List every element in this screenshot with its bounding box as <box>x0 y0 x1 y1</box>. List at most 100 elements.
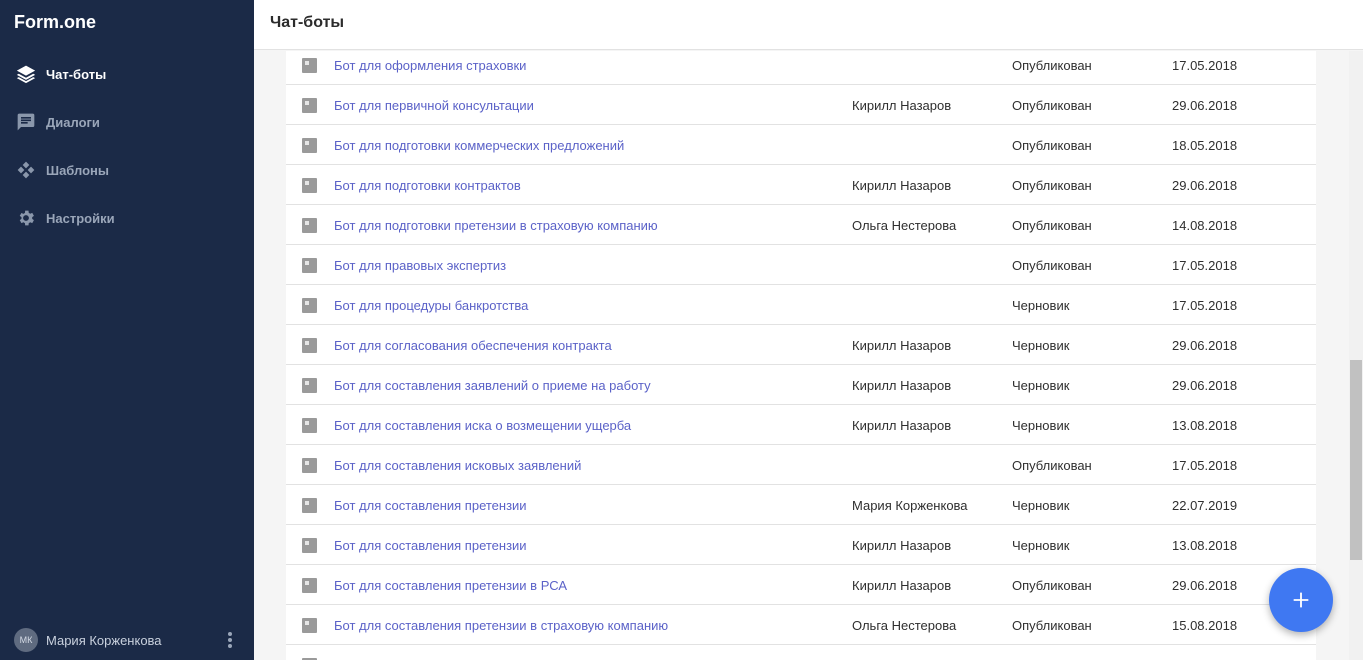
table-row[interactable]: Бот для составления заявлений о приеме н… <box>286 365 1316 405</box>
bot-title-link[interactable]: Бот для составления претензии <box>334 498 527 513</box>
table-row[interactable]: Бот для составления исковых заявлений Оп… <box>286 445 1316 485</box>
bot-date: 22.07.2019 <box>1172 498 1238 513</box>
table-row[interactable]: Бот для правовых экспертиз Опубликован 1… <box>286 245 1316 285</box>
chat-icon <box>16 112 36 132</box>
bot-status: Черновик <box>1012 538 1070 553</box>
table-row[interactable]: Бот для процедуры банкротства Черновик 1… <box>286 285 1316 325</box>
table-row[interactable]: Бот для подготовки претензии в страховую… <box>286 205 1316 245</box>
bot-title-link[interactable]: Бот для правовых экспертиз <box>334 258 506 273</box>
table-row[interactable]: Бот для согласования обеспечения контрак… <box>286 325 1316 365</box>
document-icon <box>302 298 317 313</box>
bot-status: Черновик <box>1012 378 1070 393</box>
bot-title-link[interactable]: Бот для составления претензии в РСА <box>334 578 567 593</box>
bot-status: Опубликован <box>1012 578 1092 593</box>
table-row[interactable]: Бот для составления претензии Кирилл Наз… <box>286 525 1316 565</box>
bot-date: 13.08.2018 <box>1172 538 1238 553</box>
document-icon <box>302 178 317 193</box>
dot <box>228 638 232 642</box>
bot-title-link[interactable]: Бот для подготовки контрактов <box>334 178 521 193</box>
bot-author: Кирилл Назаров <box>852 178 952 193</box>
table-row[interactable]: Бот для составления претензии в страхову… <box>286 605 1316 645</box>
bot-author: Кирилл Назаров <box>852 338 952 353</box>
bot-status: Опубликован <box>1012 178 1092 193</box>
table-row[interactable] <box>286 645 1316 660</box>
bot-date: 18.05.2018 <box>1172 138 1238 153</box>
plus-icon <box>1293 592 1309 608</box>
bot-status: Опубликован <box>1012 138 1092 153</box>
table-row[interactable]: Бот для составления претензии в РСА Кири… <box>286 565 1316 605</box>
vertical-scrollbar[interactable] <box>1349 51 1363 660</box>
bot-status: Опубликован <box>1012 458 1092 473</box>
bot-status: Опубликован <box>1012 58 1092 73</box>
bot-title-link[interactable]: Бот для первичной консультации <box>334 98 534 113</box>
page-header: Чат-боты <box>254 0 1363 50</box>
avatar[interactable]: МК <box>14 628 38 652</box>
document-icon <box>302 218 317 233</box>
document-icon <box>302 538 317 553</box>
document-icon <box>302 618 317 633</box>
bots-table: Бот для оформления страховки Опубликован… <box>286 51 1316 660</box>
sidebar: Form.one Чат-боты Диалоги Шаблоны Настро… <box>0 0 254 660</box>
layers-icon <box>16 64 36 84</box>
brand-logo[interactable]: Form.one <box>14 12 96 33</box>
bot-status: Черновик <box>1012 498 1070 513</box>
bot-date: 29.06.2018 <box>1172 338 1238 353</box>
table-row[interactable]: Бот для оформления страховки Опубликован… <box>286 51 1316 85</box>
table-row[interactable]: Бот для составления иска о возмещении ущ… <box>286 405 1316 445</box>
bot-author: Мария Корженкова <box>852 498 968 513</box>
bot-title-link[interactable]: Бот для оформления страховки <box>334 58 526 73</box>
sidebar-item-label: Чат-боты <box>46 66 107 82</box>
table-row[interactable]: Бот для подготовки коммерческих предложе… <box>286 125 1316 165</box>
sidebar-item-dialogs[interactable]: Диалоги <box>0 98 254 146</box>
bot-date: 15.08.2018 <box>1172 618 1238 633</box>
sidebar-item-templates[interactable]: Шаблоны <box>0 146 254 194</box>
bot-author: Кирилл Назаров <box>852 418 952 433</box>
document-icon <box>302 378 317 393</box>
bot-author: Ольга Нестерова <box>852 218 957 233</box>
bot-date: 29.06.2018 <box>1172 378 1238 393</box>
bot-title-link[interactable]: Бот для составления заявлений о приеме н… <box>334 378 651 393</box>
bot-status: Опубликован <box>1012 258 1092 273</box>
bot-date: 14.08.2018 <box>1172 218 1238 233</box>
sidebar-item-label: Настройки <box>46 210 115 226</box>
bot-title-link[interactable]: Бот для подготовки коммерческих предложе… <box>334 138 624 153</box>
table-row[interactable]: Бот для первичной консультации Кирилл На… <box>286 85 1316 125</box>
templates-icon <box>16 160 36 180</box>
document-icon <box>302 458 317 473</box>
document-icon <box>302 58 317 73</box>
bot-date: 17.05.2018 <box>1172 298 1238 313</box>
bot-title-link[interactable]: Бот для составления претензии в страхову… <box>334 618 668 633</box>
bot-title-link[interactable]: Бот для согласования обеспечения контрак… <box>334 338 612 353</box>
sidebar-item-label: Диалоги <box>46 114 100 130</box>
bot-title-link[interactable]: Бот для составления претензии <box>334 538 527 553</box>
bot-status: Опубликован <box>1012 618 1092 633</box>
bot-status: Опубликован <box>1012 98 1092 113</box>
bot-author: Ольга Нестерова <box>852 618 957 633</box>
bot-title-link[interactable]: Бот для составления иска о возмещении ущ… <box>334 418 631 433</box>
bot-date: 17.05.2018 <box>1172 58 1238 73</box>
bot-status: Черновик <box>1012 298 1070 313</box>
sidebar-item-label: Шаблоны <box>46 162 109 178</box>
main-content: Бот для оформления страховки Опубликован… <box>254 51 1349 660</box>
sidebar-item-chatbots[interactable]: Чат-боты <box>0 50 254 98</box>
document-icon <box>302 418 317 433</box>
sidebar-item-settings[interactable]: Настройки <box>0 194 254 242</box>
document-icon <box>302 578 317 593</box>
table-row[interactable]: Бот для подготовки контрактов Кирилл Наз… <box>286 165 1316 205</box>
bot-date: 17.05.2018 <box>1172 458 1238 473</box>
bot-title-link[interactable]: Бот для составления исковых заявлений <box>334 458 581 473</box>
bot-title-link[interactable]: Бот для подготовки претензии в страховую… <box>334 218 658 233</box>
user-name: Мария Корженкова <box>46 632 162 648</box>
gear-icon <box>16 208 36 228</box>
bot-title-link[interactable]: Бот для процедуры банкротства <box>334 298 528 313</box>
add-bot-button[interactable] <box>1269 568 1333 632</box>
scrollbar-thumb[interactable] <box>1350 360 1362 560</box>
bot-status: Черновик <box>1012 418 1070 433</box>
bot-author: Кирилл Назаров <box>852 538 952 553</box>
table-row[interactable]: Бот для составления претензии Мария Корж… <box>286 485 1316 525</box>
document-icon <box>302 98 317 113</box>
sidebar-nav: Чат-боты Диалоги Шаблоны Настройки <box>0 50 254 242</box>
document-icon <box>302 338 317 353</box>
more-vert-icon[interactable] <box>222 630 238 650</box>
bot-date: 29.06.2018 <box>1172 98 1238 113</box>
